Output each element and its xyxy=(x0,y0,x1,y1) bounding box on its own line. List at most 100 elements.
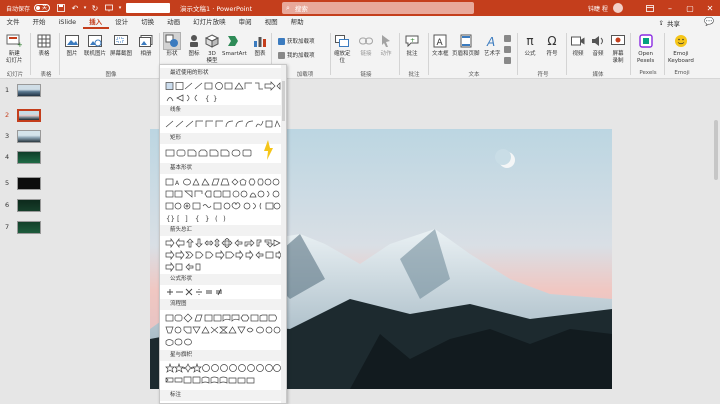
ribbon-display-icon[interactable] xyxy=(640,0,660,16)
shapes-row[interactable] xyxy=(165,337,281,347)
dropdown-scroll-thumb[interactable] xyxy=(282,81,285,121)
quick-access-input[interactable] xyxy=(126,3,171,13)
shapes-row[interactable] xyxy=(165,81,281,91)
text-small-button-1[interactable] xyxy=(504,35,513,42)
redo-icon[interactable]: ↻ xyxy=(88,1,102,15)
shapes-row[interactable] xyxy=(165,375,281,385)
zoom-button[interactable]: 缩放定 位 xyxy=(334,33,351,65)
wordart-button[interactable]: A 艺术字 xyxy=(484,33,501,58)
screen-record-button[interactable]: 屏幕 录制 xyxy=(610,33,626,65)
action-button[interactable]: 动作 xyxy=(378,33,394,58)
share-button[interactable]: ⇪ 共享 xyxy=(653,17,686,28)
my-addins-label: 我的加载项 xyxy=(287,53,315,59)
slide-preview xyxy=(17,177,41,190)
svg-text:A: A xyxy=(437,38,444,48)
link-button[interactable]: 链接 xyxy=(358,33,374,58)
audio-label: 音频 xyxy=(592,51,604,57)
slide-thumbnail[interactable]: 7 xyxy=(0,219,50,237)
shapes-row[interactable] xyxy=(165,189,281,199)
tab-help[interactable]: 帮助 xyxy=(284,16,310,29)
smartart-button[interactable]: SmartArt xyxy=(222,33,247,58)
album-button[interactable]: 相册 xyxy=(138,33,154,58)
slide-thumbnail[interactable]: 6 xyxy=(0,197,50,215)
shapes-row[interactable] xyxy=(165,249,282,261)
tab-insert[interactable]: 插入 xyxy=(82,16,109,29)
avatar[interactable] xyxy=(612,3,623,13)
customize-qat-icon[interactable]: ▾ xyxy=(116,1,124,15)
icons-button[interactable]: 图标 xyxy=(186,33,202,58)
save-icon[interactable] xyxy=(54,1,68,15)
video-button[interactable]: 视频 xyxy=(570,33,586,58)
tab-slideshow[interactable]: 幻灯片放映 xyxy=(187,16,233,29)
tab-design[interactable]: 设计 xyxy=(109,16,135,29)
undo-icon[interactable]: ↶ xyxy=(68,1,82,15)
slide-thumbnail[interactable]: 3 xyxy=(0,128,50,146)
header-footer-button[interactable]: 页眉和页脚 xyxy=(452,33,480,58)
emoji-keyboard-button[interactable]: Emoji Keyboard xyxy=(668,33,694,65)
user-account[interactable]: 钭睫 程 xyxy=(588,0,623,16)
shapes-row[interactable] xyxy=(165,313,281,323)
shapes-row[interactable] xyxy=(165,201,281,211)
my-addins-button[interactable]: 我的加载项 xyxy=(278,51,315,59)
shapes-row[interactable] xyxy=(165,362,281,373)
svg-text:+: + xyxy=(17,41,22,48)
screenshot-button[interactable]: 屏幕截图 xyxy=(110,33,132,58)
shapes-row[interactable]: {} xyxy=(165,93,281,103)
slide-thumbnail[interactable]: 1 xyxy=(0,82,50,100)
maximize-icon[interactable]: ▢ xyxy=(680,0,700,16)
video-icon xyxy=(570,33,586,49)
symbol-button[interactable]: Ω 符号 xyxy=(544,33,560,58)
shapes-row[interactable] xyxy=(165,119,281,129)
section-block-arrows: 箭头总汇 xyxy=(160,225,286,236)
close-icon[interactable]: ✕ xyxy=(700,0,720,16)
online-picture-button[interactable]: 联机图片 xyxy=(84,33,106,58)
picture-icon xyxy=(64,33,80,49)
tab-view[interactable]: 视图 xyxy=(258,16,284,29)
action-icon xyxy=(378,33,394,49)
tab-transitions[interactable]: 切换 xyxy=(135,16,161,29)
audio-button[interactable]: 音频 xyxy=(590,33,606,58)
dropdown-scrollbar[interactable] xyxy=(281,65,286,403)
autosave-toggle[interactable]: 关 xyxy=(34,4,51,12)
zoom-icon xyxy=(334,33,350,49)
chart-button[interactable]: 图表 xyxy=(252,33,268,58)
text-small-button-2[interactable] xyxy=(504,46,513,53)
3d-models-button[interactable]: 3D 模型 xyxy=(204,33,220,65)
svg-text:A: A xyxy=(486,35,495,48)
slide-thumbnail[interactable]: 2 xyxy=(0,107,50,125)
slide-thumbnail[interactable]: 5 xyxy=(0,175,50,193)
scroll-thumb[interactable] xyxy=(714,120,718,180)
new-slide-icon: + xyxy=(6,33,22,49)
formula-button[interactable]: π 公式 xyxy=(522,33,538,58)
shapes-row[interactable] xyxy=(165,261,281,273)
text-small-button-3[interactable] xyxy=(504,57,513,64)
table-button[interactable]: 表格 xyxy=(36,33,52,58)
start-slideshow-icon[interactable] xyxy=(102,1,116,15)
picture-button[interactable]: 图片 xyxy=(64,33,80,58)
shapes-row[interactable] xyxy=(165,325,281,335)
shapes-row[interactable] xyxy=(165,287,281,297)
online-picture-icon xyxy=(87,33,103,49)
tab-animations[interactable]: 动画 xyxy=(161,16,187,29)
textbox-button[interactable]: A 文本框 xyxy=(432,33,449,58)
tab-home[interactable]: 开始 xyxy=(26,16,52,29)
tab-file[interactable]: 文件 xyxy=(0,16,26,29)
comments-icon[interactable]: 💬 xyxy=(704,17,714,26)
vertical-scrollbar[interactable] xyxy=(712,80,720,404)
shapes-row[interactable] xyxy=(165,237,281,249)
comment-button[interactable]: + 批注 xyxy=(404,33,420,58)
share-icon: ⇪ xyxy=(658,18,664,27)
new-slide-button[interactable]: + 新建 幻灯片 xyxy=(6,33,23,65)
search-box[interactable]: ⌕ 搜索 xyxy=(282,2,474,14)
shapes-row[interactable]: A xyxy=(165,177,281,187)
slide-thumbnail[interactable]: 4 xyxy=(0,149,50,167)
minimize-icon[interactable]: – xyxy=(660,0,680,16)
shapes-row[interactable]: {}[]{}() xyxy=(165,213,281,223)
group-links-label: 链接 xyxy=(360,72,372,78)
get-addins-button[interactable]: 获取加载项 xyxy=(278,37,315,45)
tab-islide[interactable]: iSlide xyxy=(52,16,83,29)
open-pexels-button[interactable]: Open Pexels xyxy=(637,33,654,65)
album-label: 相册 xyxy=(140,51,152,57)
shapes-button[interactable]: 形状 xyxy=(163,32,181,58)
tab-review[interactable]: 审阅 xyxy=(232,16,258,29)
